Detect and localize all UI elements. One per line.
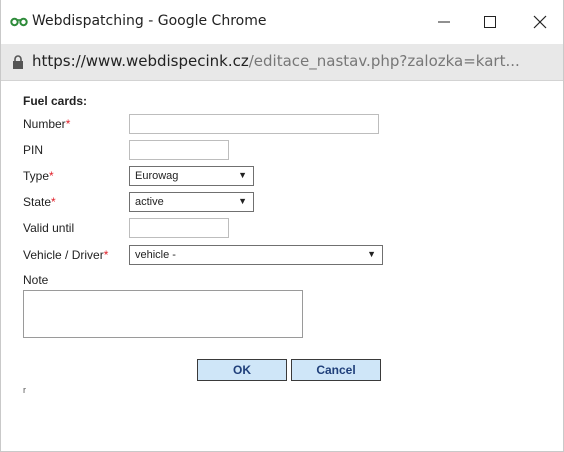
webdispatching-logo-icon xyxy=(10,17,28,27)
minimize-icon xyxy=(438,21,450,23)
url-text[interactable]: https://www.webdispecink.cz/editace_nast… xyxy=(32,52,520,70)
address-bar[interactable]: https://www.webdispecink.cz/editace_nast… xyxy=(1,44,563,81)
dropdown-arrow-icon: ▼ xyxy=(238,170,247,180)
number-label: Number* xyxy=(23,117,70,131)
required-marker: * xyxy=(103,248,109,262)
close-button[interactable] xyxy=(517,0,563,44)
type-select-value: Eurowag xyxy=(135,170,179,182)
type-label-text: Type xyxy=(23,169,50,183)
valid-until-input[interactable] xyxy=(129,218,229,238)
close-icon xyxy=(533,15,547,29)
dropdown-arrow-icon: ▼ xyxy=(367,249,376,259)
note-textarea[interactable] xyxy=(23,290,303,338)
state-select[interactable]: active ▼ xyxy=(129,192,254,212)
window-title: Webdispatching - Google Chrome xyxy=(32,13,267,29)
pin-label: PIN xyxy=(23,143,44,157)
title-bar: Webdispatching - Google Chrome xyxy=(1,0,563,44)
ok-button[interactable]: OK xyxy=(197,359,287,381)
type-label: Type* xyxy=(23,169,54,183)
maximize-button[interactable] xyxy=(467,0,513,44)
state-select-value: active xyxy=(135,196,164,208)
browser-window: Webdispatching - Google Chrome https://w… xyxy=(0,0,564,452)
cancel-button[interactable]: Cancel xyxy=(291,359,381,381)
corner-mark: r xyxy=(23,385,26,395)
vehicle-driver-select[interactable]: vehicle - ▼ xyxy=(129,245,383,265)
state-label-text: State xyxy=(23,195,52,209)
form-heading: Fuel cards: xyxy=(23,94,88,108)
pin-input[interactable] xyxy=(129,140,229,160)
url-host: https://www.webdispecink.cz xyxy=(32,52,249,70)
lock-icon xyxy=(13,55,23,69)
maximize-icon xyxy=(484,16,496,28)
state-label: State* xyxy=(23,195,56,209)
vehicle-driver-label: Vehicle / Driver* xyxy=(23,248,108,262)
fuel-card-form: Fuel cards: Number* PIN Type* Eurowag ▼ … xyxy=(1,81,563,451)
required-marker: * xyxy=(65,117,71,131)
required-marker: * xyxy=(51,195,56,209)
note-label: Note xyxy=(23,273,49,287)
vehicle-driver-label-text: Vehicle / Driver xyxy=(23,248,104,262)
vehicle-driver-select-value: vehicle - xyxy=(135,249,176,261)
number-label-text: Number xyxy=(23,117,66,131)
dropdown-arrow-icon: ▼ xyxy=(238,196,247,206)
valid-until-label: Valid until xyxy=(23,221,75,235)
number-input[interactable] xyxy=(129,114,379,134)
type-select[interactable]: Eurowag ▼ xyxy=(129,166,254,186)
url-path: /editace_nastav.php?zalozka=kart... xyxy=(248,52,520,70)
minimize-button[interactable] xyxy=(421,0,467,44)
required-marker: * xyxy=(49,169,54,183)
